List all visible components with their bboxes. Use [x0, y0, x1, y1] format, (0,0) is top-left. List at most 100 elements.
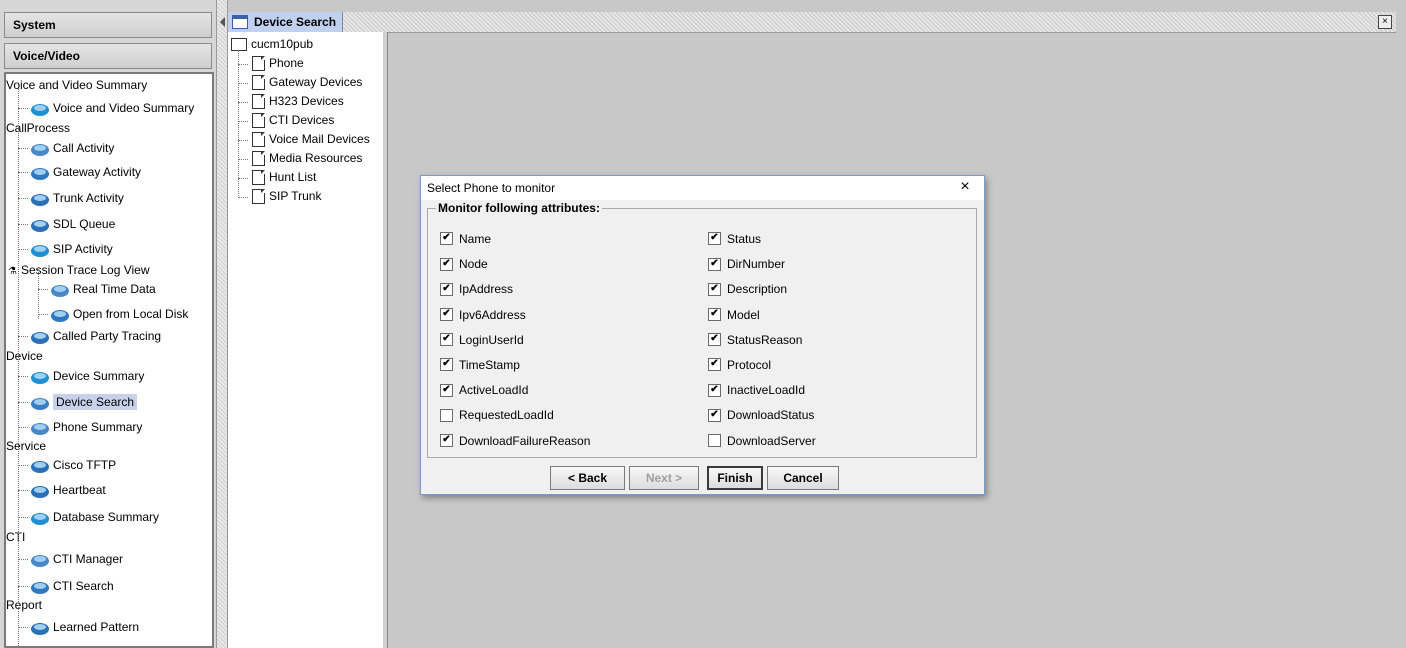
nav-tree-item-label: SIP Activity	[53, 242, 113, 256]
device-tree-item-label: Hunt List	[269, 170, 317, 184]
checkbox-icon[interactable]: ✔	[440, 232, 453, 246]
nav-tree-item[interactable]: Voice and Video Summary	[6, 75, 147, 95]
nav-tree-item[interactable]: Phone Summary	[30, 417, 142, 437]
attribute-checkbox[interactable]: ✔ IpAddress	[440, 280, 513, 298]
nav-tree-item[interactable]: Heartbeat	[30, 480, 106, 500]
cancel-button[interactable]: Cancel	[767, 466, 839, 490]
tree-node-icon	[30, 216, 50, 234]
collapse-arrow-icon[interactable]	[220, 17, 225, 27]
checkbox-icon[interactable]: ✔	[708, 307, 721, 321]
device-tree-item[interactable]: Phone	[252, 54, 304, 73]
nav-tree-item[interactable]: Service	[6, 436, 46, 456]
finish-button[interactable]: Finish	[707, 466, 763, 490]
tree-guide-line	[238, 178, 248, 179]
nav-tree-item[interactable]: Trunk Activity	[30, 188, 124, 208]
next-button[interactable]: Next >	[629, 466, 699, 490]
checkbox-icon[interactable]: ✔	[708, 232, 721, 246]
checkbox-icon[interactable]: ✔	[440, 333, 453, 347]
nav-tree-item-label: Database Summary	[53, 510, 160, 524]
nav-tree-item[interactable]: Device Search	[30, 392, 138, 412]
tree-node-icon	[30, 457, 50, 475]
nav-tree-item-label: CTI Search	[53, 579, 114, 593]
nav-tree-item[interactable]: Called Party Tracing	[30, 326, 161, 346]
checkbox-icon[interactable]: ✔	[440, 433, 453, 447]
checkbox-icon[interactable]: ✔	[440, 358, 453, 372]
window-close-icon[interactable]: ×	[1378, 15, 1392, 29]
tree-guide-line	[38, 289, 48, 290]
attribute-checkbox[interactable]: ✔ Description	[708, 280, 787, 298]
device-tree-item[interactable]: Hunt List	[252, 168, 316, 187]
device-tree-item[interactable]: CTI Devices	[252, 111, 334, 130]
checkbox-icon[interactable]: ✔	[708, 408, 721, 422]
checkbox-icon[interactable]: ✔	[440, 307, 453, 321]
attribute-checkbox[interactable]: ✔ Name	[440, 230, 491, 248]
nav-tree-item[interactable]: CTI Search	[30, 576, 114, 596]
attribute-label: DownloadFailureReason	[459, 433, 591, 448]
nav-tree-item[interactable]: Device	[6, 346, 43, 366]
attribute-checkbox[interactable]: ✔ Node	[440, 255, 488, 273]
attribute-checkbox[interactable]: ✔ InactiveLoadId	[708, 381, 805, 399]
document-icon	[252, 151, 265, 167]
checkbox-icon[interactable]: ✔	[708, 333, 721, 347]
attribute-checkbox[interactable]: ✔ Protocol	[708, 356, 771, 374]
checkbox-icon[interactable]: ✔	[440, 282, 453, 296]
attribute-checkbox[interactable]: ✔ DownloadStatus	[708, 406, 814, 424]
attribute-label: DirNumber	[727, 257, 786, 272]
nav-tree-item[interactable]: Report	[6, 595, 42, 615]
checkbox-icon[interactable]: ✔	[708, 282, 721, 296]
tree-node-icon	[30, 164, 50, 182]
checkbox-icon[interactable]: ✔	[708, 358, 721, 372]
attribute-checkbox[interactable]: ✔ StatusReason	[708, 331, 802, 349]
nav-tree-item[interactable]: ⚗ Session Trace Log View	[8, 260, 150, 280]
device-tree-item[interactable]: H323 Devices	[252, 92, 344, 111]
nav-tree-item[interactable]: Learned Pattern	[30, 617, 139, 637]
device-tree-item[interactable]: Gateway Devices	[252, 73, 362, 92]
nav-tree-item[interactable]: Gateway Activity	[30, 162, 141, 182]
attribute-label: StatusReason	[727, 332, 803, 347]
nav-tree-item[interactable]: Real Time Data	[50, 279, 156, 299]
tree-guide-line	[18, 336, 28, 337]
nav-tree-item[interactable]: SIP Activity	[30, 239, 113, 259]
nav-tree-item[interactable]: Call Activity	[30, 138, 114, 158]
device-tree-panel: cucm10pub Phone Gateway Devices H323 Device…	[228, 32, 384, 648]
expand-handle-icon[interactable]: ⚗	[8, 266, 17, 277]
checkbox-icon[interactable]: ✔	[440, 383, 453, 397]
checkbox-icon[interactable]	[708, 433, 721, 447]
panel-splitter[interactable]	[216, 0, 228, 648]
checkbox-icon[interactable]: ✔	[440, 257, 453, 271]
nav-tree-item[interactable]: SDL Queue	[30, 214, 115, 234]
device-tree-item[interactable]: Voice Mail Devices	[252, 130, 370, 149]
device-tree-root[interactable]: cucm10pub	[231, 35, 313, 54]
checkbox-icon[interactable]: ✔	[708, 383, 721, 397]
device-tree-item[interactable]: SIP Trunk	[252, 187, 321, 206]
attribute-checkbox[interactable]: DownloadServer	[708, 432, 816, 450]
checkbox-icon[interactable]: ✔	[708, 257, 721, 271]
attribute-checkbox[interactable]: ✔ DownloadFailureReason	[440, 432, 590, 450]
tree-guide-line	[18, 627, 28, 628]
device-tree-item[interactable]: Media Resources	[252, 149, 362, 168]
back-button[interactable]: < Back	[550, 466, 625, 490]
nav-tree-item[interactable]: Database Summary	[30, 507, 159, 527]
nav-tree-item[interactable]: Cisco TFTP	[30, 455, 116, 475]
nav-tree-item[interactable]: Voice and Video Summary	[30, 98, 194, 118]
attribute-checkbox[interactable]: ✔ LoginUserId	[440, 331, 524, 349]
category-system-button[interactable]: System	[4, 12, 212, 38]
nav-tree-item[interactable]: CTI Manager	[30, 549, 123, 569]
attribute-checkbox[interactable]: ✔ Model	[708, 306, 760, 324]
attribute-checkbox[interactable]: ✔ Status	[708, 230, 761, 248]
attribute-checkbox[interactable]: ✔ DirNumber	[708, 255, 785, 273]
tree-guide-line	[38, 269, 39, 319]
nav-tree-item[interactable]: CTI	[6, 527, 25, 547]
checkbox-icon[interactable]	[440, 408, 453, 422]
device-tree-splitter[interactable]	[383, 32, 388, 648]
category-voice-video-button[interactable]: Voice/Video	[4, 43, 212, 69]
nav-tree-item[interactable]: Open from Local Disk	[50, 304, 188, 324]
attribute-checkbox[interactable]: ✔ ActiveLoadId	[440, 381, 528, 399]
nav-tree-item[interactable]: CallProcess	[6, 118, 70, 138]
attribute-checkbox[interactable]: ✔ Ipv6Address	[440, 306, 526, 324]
attribute-checkbox[interactable]: ✔ TimeStamp	[440, 356, 520, 374]
nav-tree-item[interactable]: Device Summary	[30, 366, 144, 386]
dialog-close-icon[interactable]: ×	[956, 178, 974, 196]
device-tree-item-label: H323 Devices	[269, 94, 344, 108]
attribute-checkbox[interactable]: RequestedLoadId	[440, 406, 554, 424]
